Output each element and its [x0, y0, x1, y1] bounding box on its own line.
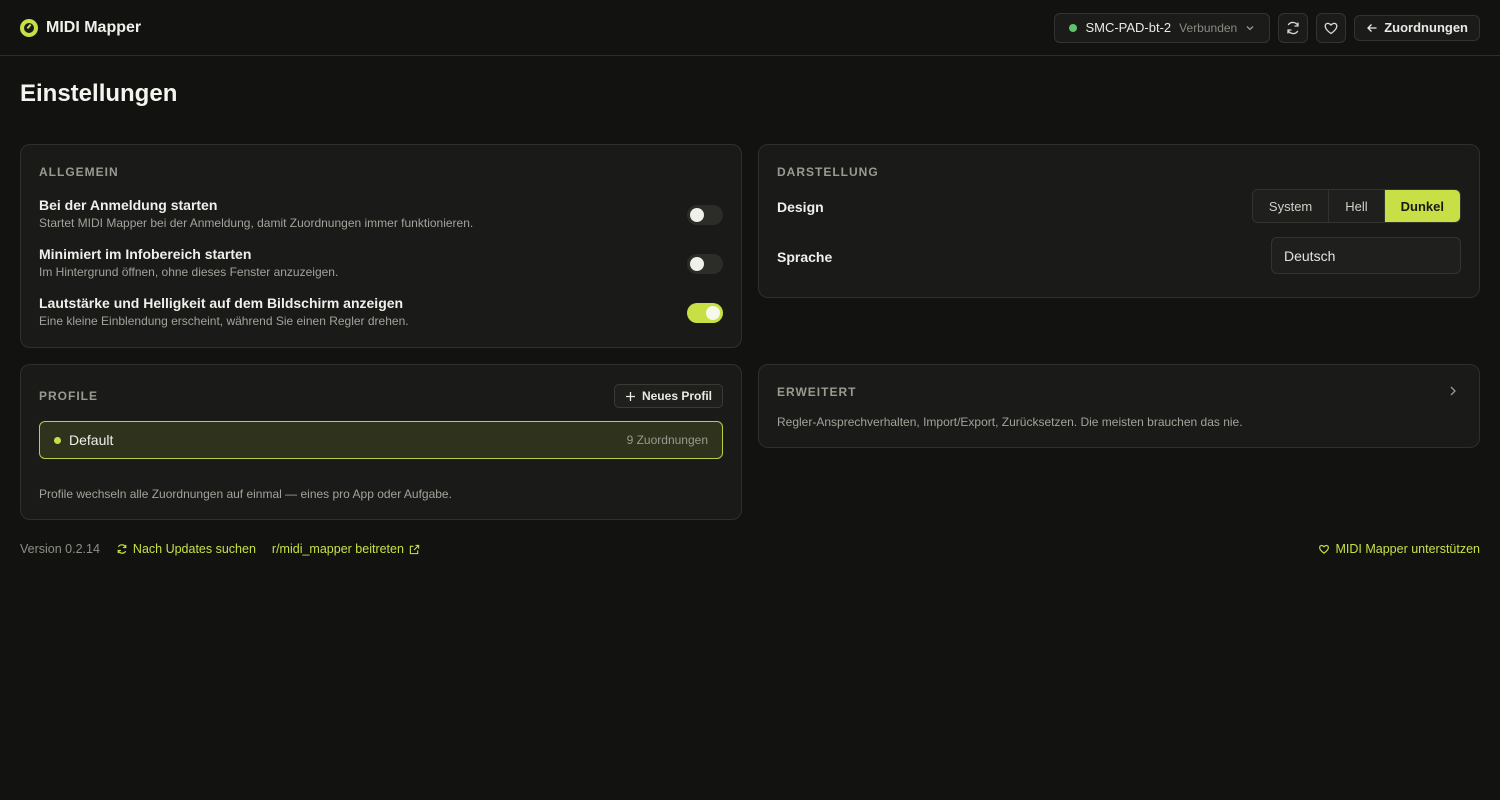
support-link[interactable]: MIDI Mapper unterstützen	[1318, 542, 1480, 556]
advanced-settings-card[interactable]: ERWEITERT Regler-Ansprechverhalten, Impo…	[758, 364, 1480, 448]
start-minimized-toggle[interactable]	[687, 254, 723, 274]
profiles-note: Profile wechseln alle Zuordnungen auf ei…	[39, 487, 452, 501]
section-label-general: ALLGEMEIN	[39, 165, 119, 179]
design-option-system[interactable]: System	[1252, 190, 1330, 222]
new-profile-label: Neues Profil	[641, 389, 712, 403]
setting-title: Bei der Anmeldung starten	[39, 197, 218, 213]
favorite-button[interactable]	[1316, 12, 1347, 43]
back-button-label: Zuordnungen	[1384, 20, 1468, 35]
design-option-dark[interactable]: Dunkel	[1384, 190, 1460, 222]
setting-show-osd: Lautstärke und Helligkeit auf dem Bildsc…	[39, 295, 723, 328]
new-profile-button[interactable]: Neues Profil	[613, 384, 723, 408]
advanced-description: Regler-Ansprechverhalten, Import/Export,…	[777, 415, 1243, 429]
check-updates-label: Nach Updates suchen	[132, 542, 256, 556]
arrow-left-icon	[1367, 23, 1377, 32]
footer: Version 0.2.14 Nach Updates suchen r/mid…	[20, 540, 1480, 558]
connection-status-dot-icon	[1069, 23, 1078, 32]
device-status: Verbunden	[1179, 20, 1238, 35]
community-link[interactable]: r/midi_mapper beitreten	[272, 542, 420, 556]
language-select[interactable]: Deutsch	[1271, 237, 1461, 274]
setting-description: Eine kleine Einblendung erscheint, währe…	[39, 314, 409, 328]
setting-description: Im Hintergrund öffnen, ohne dieses Fenst…	[39, 265, 339, 279]
setting-title: Minimiert im Infobereich starten	[39, 246, 252, 262]
app-name: MIDI Mapper	[46, 18, 142, 36]
back-to-mappings-button[interactable]: Zuordnungen	[1354, 14, 1480, 41]
language-label: Sprache	[777, 249, 833, 265]
check-updates-link[interactable]: Nach Updates suchen	[116, 542, 256, 556]
community-label: r/midi_mapper beitreten	[271, 542, 404, 556]
version-label: Version 0.2.14	[20, 542, 100, 556]
external-link-icon	[409, 544, 420, 554]
display-settings-card: DARSTELLUNG Design System Hell Dunkel Sp…	[758, 144, 1480, 298]
brand: MIDI Mapper	[20, 18, 142, 37]
profile-item-default[interactable]: Default 9 Zuordnungen	[39, 421, 723, 459]
design-option-light[interactable]: Hell	[1329, 190, 1385, 222]
toggle-knob	[706, 306, 720, 320]
page-title: Einstellungen	[20, 80, 178, 107]
refresh-icon	[117, 544, 127, 554]
chevron-down-icon	[1246, 25, 1254, 30]
language-row: Sprache Deutsch	[777, 235, 1461, 279]
start-on-login-toggle[interactable]	[687, 205, 723, 225]
setting-description: Startet MIDI Mapper bei der Anmeldung, d…	[39, 216, 474, 230]
design-label: Design	[777, 199, 824, 215]
profiles-card: PROFILE Neues Profil Default 9 Zuordnung…	[20, 364, 742, 520]
design-row: Design System Hell Dunkel	[777, 185, 1461, 229]
setting-start-minimized: Minimiert im Infobereich starten Im Hint…	[39, 246, 723, 279]
device-selector[interactable]: SMC-PAD-bt-2 Verbunden	[1054, 12, 1271, 43]
section-label-display: DARSTELLUNG	[777, 165, 879, 179]
app-logo-icon	[20, 18, 38, 37]
setting-start-on-login: Bei der Anmeldung starten Startet MIDI M…	[39, 197, 723, 230]
toggle-knob	[690, 257, 704, 271]
active-profile-dot-icon	[54, 436, 61, 444]
plus-icon	[625, 391, 635, 401]
top-bar: MIDI Mapper SMC-PAD-bt-2 Verbunden Zuord…	[0, 0, 1500, 56]
toggle-knob	[690, 208, 704, 222]
profile-name: Default	[69, 432, 114, 448]
setting-title: Lautstärke und Helligkeit auf dem Bildsc…	[39, 295, 404, 311]
top-actions: SMC-PAD-bt-2 Verbunden Zuordnungen	[1054, 12, 1480, 43]
profile-mapping-count: 9 Zuordnungen	[626, 433, 708, 447]
chevron-right-icon	[1450, 386, 1456, 396]
show-osd-toggle[interactable]	[687, 303, 723, 323]
refresh-button[interactable]	[1278, 12, 1309, 43]
support-label: MIDI Mapper unterstützen	[1335, 542, 1480, 556]
general-settings-card: ALLGEMEIN Bei der Anmeldung starten Star…	[20, 144, 742, 348]
refresh-icon	[1287, 21, 1299, 34]
heart-icon	[1319, 544, 1330, 554]
design-segmented-control: System Hell Dunkel	[1251, 189, 1461, 223]
section-label-advanced: ERWEITERT	[777, 385, 857, 399]
device-name: SMC-PAD-bt-2	[1085, 20, 1172, 35]
heart-icon	[1324, 22, 1338, 34]
